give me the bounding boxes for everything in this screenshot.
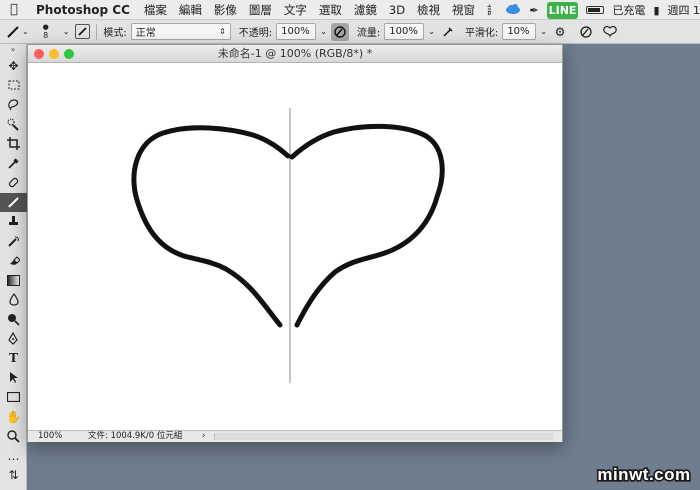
tool-preset-picker[interactable]: ⌄ xyxy=(4,23,29,41)
move-tool-icon[interactable]: ✥ xyxy=(0,56,27,76)
blur-tool-icon[interactable] xyxy=(0,290,27,310)
marquee-tool-icon[interactable] xyxy=(0,76,27,96)
watermark: minwt.com xyxy=(590,462,698,486)
flow-value: 100% xyxy=(389,26,418,37)
chevron-updown-icon: ⇕ xyxy=(219,27,226,36)
smoothing-input[interactable]: 10% xyxy=(502,23,537,40)
brush-tool-icon[interactable] xyxy=(0,192,27,212)
menu-window[interactable]: 視窗 xyxy=(452,2,475,18)
symmetry-icon[interactable] xyxy=(601,23,619,41)
brush-icon xyxy=(4,23,22,41)
apple-menu-icon[interactable]:  xyxy=(10,2,24,17)
mode-select[interactable]: 正常 ⇕ xyxy=(130,23,231,40)
healing-brush-tool-icon[interactable] xyxy=(0,173,27,193)
rectangle-tool-icon[interactable] xyxy=(0,388,27,408)
pen-status-icon[interactable]: ✒ xyxy=(529,4,538,17)
line-icon[interactable]: LINE xyxy=(546,1,579,19)
dodge-tool-icon[interactable] xyxy=(0,310,27,330)
menu-edit[interactable]: 編輯 xyxy=(179,2,202,18)
menu-type[interactable]: 文字 xyxy=(284,2,307,18)
brush-tip-icon: ● xyxy=(42,22,49,31)
tools-panel: » ✥ T ✋ … ⇅ xyxy=(0,44,27,490)
gradient-tool-icon[interactable] xyxy=(0,271,27,291)
cloud-icon[interactable] xyxy=(505,3,521,18)
menu-file[interactable]: 檔案 xyxy=(144,2,167,18)
menu-3d[interactable]: 3D xyxy=(389,3,405,17)
heart-left-stroke xyxy=(131,125,291,328)
options-bar: ⌄ ● 8 ⌄ 模式: 正常 ⇕ 不透明: 100% ⌄ 流量: 100% ⌄ … xyxy=(0,20,700,44)
chevron-down-icon[interactable]: ⌄ xyxy=(428,27,435,36)
eraser-tool-icon[interactable] xyxy=(0,251,27,271)
chevron-down-icon[interactable]: ⌄ xyxy=(320,27,327,36)
separator xyxy=(96,23,98,40)
battery-icon[interactable] xyxy=(586,6,605,14)
opacity-label: 不透明: xyxy=(238,28,273,39)
opacity-value: 100% xyxy=(281,26,310,37)
mode-value: 正常 xyxy=(135,28,156,39)
screen-icon[interactable]: ▮ xyxy=(653,4,659,17)
document-status-bar: 100% 文件: 1004.9K/0 位元組 › xyxy=(28,430,562,442)
watermark-text: minwt.com xyxy=(597,465,690,484)
more-tools-icon[interactable]: … xyxy=(0,446,27,466)
type-tool-icon[interactable]: T xyxy=(0,349,27,369)
clock[interactable]: 週四 1 xyxy=(668,2,700,18)
chevron-down-icon: ⌄ xyxy=(22,27,29,36)
status-menu-arrow[interactable]: › xyxy=(202,431,205,442)
canvas[interactable] xyxy=(28,63,562,430)
status-area: ✒ LINE 已充電 ▮ 週四 1 xyxy=(491,0,700,19)
clone-stamp-tool-icon[interactable] xyxy=(0,212,27,232)
swap-colors-icon[interactable]: ⇅ xyxy=(0,466,27,486)
menu-select[interactable]: 選取 xyxy=(319,2,342,18)
battery-status: 已充電 xyxy=(612,4,646,17)
quick-selection-tool-icon[interactable] xyxy=(0,115,27,135)
opacity-input[interactable]: 100% xyxy=(276,23,317,40)
menu-bar:  Photoshop CC 檔案 編輯 影像 圖層 文字 選取 濾鏡 3D 檢… xyxy=(0,0,700,20)
eyedropper-tool-icon[interactable] xyxy=(0,154,27,174)
mode-label: 模式: xyxy=(103,28,127,39)
flow-label: 流量: xyxy=(356,28,381,39)
document-title: 未命名-1 @ 100% (RGB/8*) * xyxy=(217,47,373,60)
brush-settings-icon[interactable] xyxy=(75,24,91,39)
smoothing-label: 平滑化: xyxy=(464,28,499,39)
lasso-tool-icon[interactable] xyxy=(0,95,27,115)
path-selection-tool-icon[interactable] xyxy=(0,368,27,388)
file-info: 文件: 1004.9K/0 位元組 xyxy=(88,431,183,441)
zoom-tool-icon[interactable] xyxy=(0,427,27,447)
document-title-bar[interactable]: 未命名-1 @ 100% (RGB/8*) * xyxy=(28,45,562,63)
pressure-size-icon[interactable] xyxy=(577,23,595,41)
app-menu[interactable]: Photoshop CC xyxy=(36,3,130,17)
panel-collapse-icon[interactable]: » xyxy=(0,44,26,56)
history-brush-tool-icon[interactable] xyxy=(0,232,27,252)
gear-icon[interactable]: ⚙ xyxy=(551,23,569,41)
heart-right-stroke xyxy=(289,123,445,328)
menu-layer[interactable]: 圖層 xyxy=(249,2,272,18)
artwork xyxy=(131,108,445,383)
document-window: 未命名-1 @ 100% (RGB/8*) * 100% 文件: 1004.9K… xyxy=(27,44,563,442)
zoom-level[interactable]: 100% xyxy=(38,431,62,442)
menu-view[interactable]: 檢視 xyxy=(417,2,440,18)
menu-filter[interactable]: 濾鏡 xyxy=(354,2,377,18)
chevron-down-icon[interactable]: ⌄ xyxy=(63,27,70,36)
brush-size-value: 8 xyxy=(43,30,49,40)
chevron-down-icon[interactable]: ⌄ xyxy=(540,27,547,36)
pen-tool-icon[interactable] xyxy=(0,329,27,349)
smoothing-value: 10% xyxy=(507,26,530,37)
hand-tool-icon[interactable]: ✋ xyxy=(0,407,27,427)
menu-image[interactable]: 影像 xyxy=(214,2,237,18)
horizontal-scrollbar[interactable] xyxy=(214,433,554,440)
crop-tool-icon[interactable] xyxy=(0,134,27,154)
pressure-opacity-icon[interactable] xyxy=(330,22,349,41)
airbrush-icon[interactable] xyxy=(439,23,457,41)
flow-input[interactable]: 100% xyxy=(384,23,425,40)
brush-preset-picker[interactable]: ● 8 xyxy=(35,23,57,41)
